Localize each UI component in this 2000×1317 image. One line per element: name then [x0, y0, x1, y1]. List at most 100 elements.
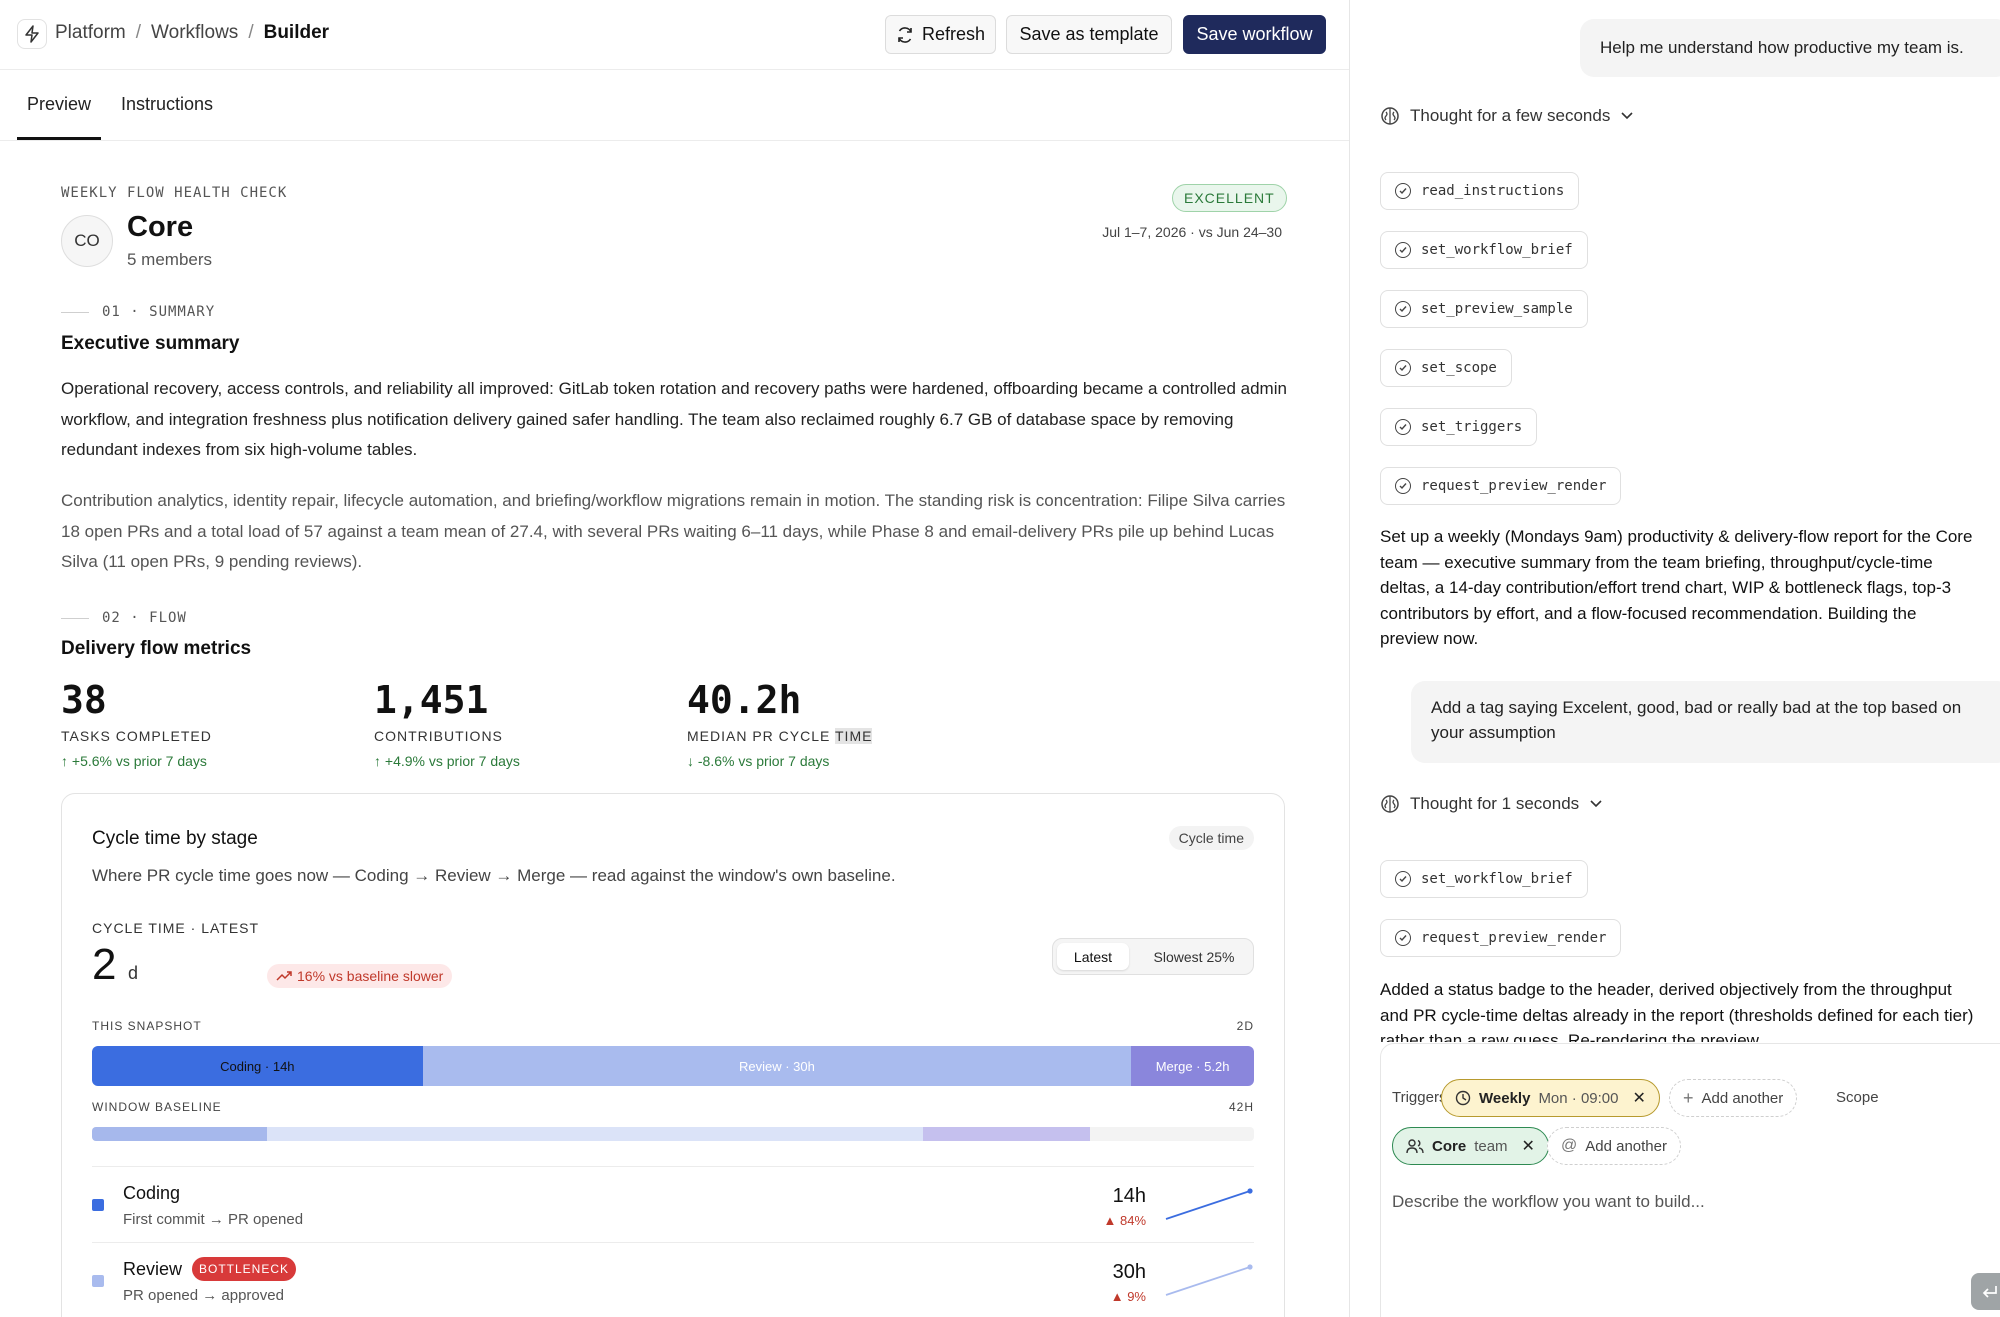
breadcrumb-platform[interactable]: Platform — [55, 22, 126, 44]
baseline-stacked-bar — [92, 1127, 1254, 1141]
breadcrumb-separator: / — [135, 22, 142, 43]
tool-call-name: read_instructions — [1421, 183, 1565, 199]
tool-call-chip[interactable]: set_scope — [1380, 349, 1512, 387]
stage-sparkline — [1165, 1188, 1253, 1220]
summary-heading: Executive summary — [61, 333, 240, 354]
clock-icon — [1455, 1090, 1471, 1106]
bolt-icon[interactable] — [17, 19, 47, 49]
report-label: WEEKLY FLOW HEALTH CHECK — [61, 185, 288, 201]
tool-call-chip[interactable]: set_workflow_brief — [1380, 860, 1588, 898]
stage-color-dot — [92, 1275, 104, 1287]
close-icon[interactable]: ✕ — [1522, 1136, 1535, 1156]
flow-heading: Delivery flow metrics — [61, 638, 252, 659]
stage-row-review[interactable]: Review BOTTLENECK PR opened → approved 3… — [92, 1242, 1254, 1317]
workflow-prompt-input[interactable]: Describe the workflow you want to build.… — [1392, 1192, 1705, 1212]
toggle-slowest-25[interactable]: Slowest 25% — [1139, 943, 1249, 970]
check-circle-icon — [1395, 419, 1411, 435]
section-label-flow: 02 · FLOW — [102, 610, 187, 626]
highlighted-word: TIME — [835, 728, 873, 744]
thought-toggle[interactable]: Thought for a few seconds — [1380, 106, 1634, 126]
tool-call-chip[interactable]: request_preview_render — [1380, 919, 1622, 957]
save-workflow-button[interactable]: Save workflow — [1183, 15, 1326, 54]
toggle-latest[interactable]: Latest — [1057, 943, 1129, 970]
bottleneck-tag: BOTTLENECK — [192, 1257, 297, 1281]
tool-call-chip[interactable]: set_workflow_brief — [1380, 231, 1588, 269]
thought-label: Thought for 1 seconds — [1410, 794, 1580, 813]
add-trigger-button[interactable]: + Add another — [1669, 1079, 1798, 1117]
triggers-label: Triggers — [1392, 1089, 1447, 1106]
card-subtitle: Where PR cycle time goes now — Coding → … — [92, 866, 896, 885]
close-icon[interactable]: ✕ — [1632, 1088, 1645, 1108]
check-circle-icon — [1395, 242, 1411, 258]
stage-hours: 30h — [1112, 1261, 1146, 1283]
save-as-template-button[interactable]: Save as template — [1006, 15, 1172, 54]
tool-call-chip[interactable]: set_triggers — [1380, 408, 1538, 446]
refresh-button[interactable]: Refresh — [885, 15, 996, 54]
scope-label: Scope — [1836, 1089, 1879, 1106]
chevron-down-icon — [1590, 800, 1602, 808]
snapshot-segment[interactable]: Review · 30h — [422, 1046, 1132, 1086]
snapshot-segment[interactable]: Coding · 14h — [92, 1046, 423, 1086]
tab-preview[interactable]: Preview — [27, 94, 91, 115]
snapshot-segment[interactable]: Merge · 5.2h — [1131, 1046, 1254, 1086]
trigger-pill-weekly[interactable]: Weekly Mon · 09:00 ✕ — [1441, 1079, 1660, 1117]
tool-call-name: set_triggers — [1421, 419, 1523, 435]
assistant-chat-pane: Help me understand how productive my tea… — [1355, 0, 2000, 1317]
stage-name: Coding — [123, 1183, 181, 1203]
breadcrumb: Platform / Workflows / Builder — [55, 22, 329, 44]
send-button[interactable] — [1971, 1273, 2000, 1310]
scope-pill-core[interactable]: Core team ✕ — [1392, 1127, 1549, 1165]
workflow-composer: Triggers Weekly Mon · 09:00 ✕ + Add anot… — [1380, 1043, 2000, 1317]
breadcrumb-builder: Builder — [263, 22, 330, 43]
add-trigger-label: Add another — [1701, 1089, 1784, 1107]
metric-delta: ↓ -8.6% vs prior 7 days — [687, 753, 830, 769]
metric-label-text: MEDIAN PR CYCLE — [687, 728, 835, 744]
tool-call-chip[interactable]: request_preview_render — [1380, 467, 1622, 505]
baseline-delta-text: 16% vs baseline slower — [297, 968, 444, 984]
check-circle-icon — [1395, 478, 1411, 494]
thought-toggle[interactable]: Thought for 1 seconds — [1380, 794, 1603, 814]
baseline-delta-badge: 16% vs baseline slower — [267, 964, 453, 988]
add-scope-label: Add another — [1585, 1137, 1667, 1155]
breadcrumb-workflows[interactable]: Workflows — [151, 22, 238, 44]
metric-tasks-completed: 38 TASKS COMPLETED ↑ +5.6% vs prior 7 da… — [61, 678, 361, 769]
metric-label: CONTRIBUTIONS — [374, 728, 503, 744]
stage-color-dot — [92, 1199, 104, 1211]
section-divider — [61, 312, 89, 313]
users-icon — [1406, 1139, 1424, 1154]
assistant-message: Added a status badge to the header, deri… — [1380, 980, 1974, 1042]
chevron-down-icon — [1621, 112, 1633, 120]
baseline-segment — [92, 1127, 268, 1141]
section-label-summary: 01 · SUMMARY — [102, 304, 216, 320]
tool-call-chip[interactable]: read_instructions — [1380, 172, 1580, 210]
snapshot-label: THIS SNAPSHOT — [92, 1019, 202, 1033]
cycle-time-unit: d — [128, 963, 139, 983]
tool-call-chip[interactable]: set_preview_sample — [1380, 290, 1588, 328]
assistant-message-scroll[interactable]: Added a status badge to the header, deri… — [1380, 977, 1975, 1042]
brain-icon — [1381, 107, 1399, 125]
brain-icon — [1381, 795, 1399, 813]
scope-name: Core — [1432, 1137, 1467, 1155]
stage-sparkline — [1165, 1264, 1253, 1296]
thought-label: Thought for a few seconds — [1410, 106, 1611, 125]
section-divider — [61, 618, 89, 619]
baseline-segment — [267, 1127, 923, 1141]
team-member-count: 5 members — [127, 250, 213, 269]
snapshot-stacked-bar: Coding · 14h Review · 30h Merge · 5.2h — [92, 1046, 1254, 1086]
metric-label: TASKS COMPLETED — [61, 728, 212, 744]
metric-delta: ↑ +4.9% vs prior 7 days — [374, 753, 520, 769]
trigger-detail: Mon · 09:00 — [1538, 1089, 1619, 1107]
check-circle-icon — [1395, 301, 1411, 317]
trend-up-icon — [276, 971, 292, 981]
add-scope-button[interactable]: @ Add another — [1547, 1127, 1681, 1165]
stage-change: ▲ 9% — [1110, 1289, 1146, 1304]
top-bar: Platform / Workflows / Builder Refresh S… — [0, 0, 1349, 70]
tab-instructions[interactable]: Instructions — [121, 94, 213, 115]
stage-name: Review — [123, 1259, 183, 1279]
stage-row-coding[interactable]: Coding First commit → PR opened 14h ▲ 84… — [92, 1166, 1254, 1242]
summary-paragraph: Operational recovery, access controls, a… — [61, 379, 1287, 459]
refresh-icon — [898, 26, 912, 43]
metric-value: 38 — [61, 678, 107, 722]
user-message: Help me understand how productive my tea… — [1580, 19, 2000, 77]
metric-median-pr-cycle-time: 40.2h MEDIAN PR CYCLE TIME ↓ -8.6% vs pr… — [687, 678, 987, 769]
